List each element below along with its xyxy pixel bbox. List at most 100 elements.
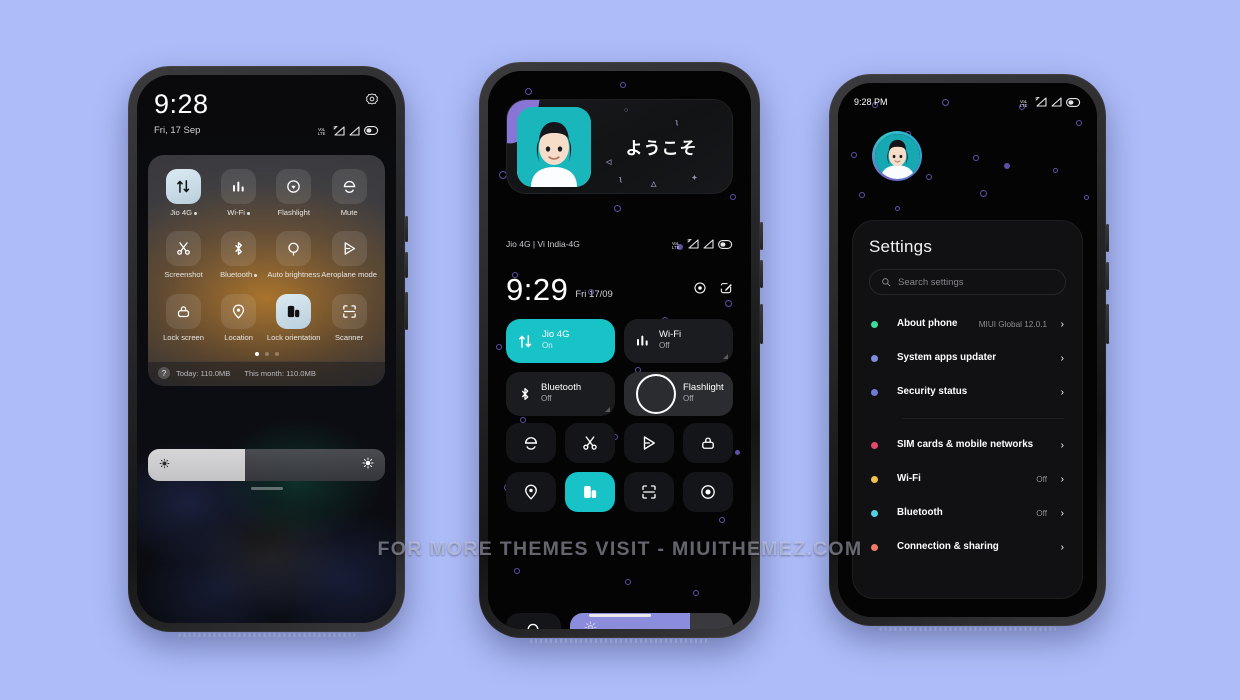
widget-greeting: ようこそ xyxy=(625,139,698,158)
rotation-lock-icon xyxy=(584,486,597,498)
qs-tile-wifi[interactable]: Wi-Fi xyxy=(211,165,266,223)
svg-text:LTE: LTE xyxy=(1020,103,1028,107)
shade-pull-handle[interactable] xyxy=(250,487,283,490)
settings-item-connection-sharing[interactable]: Connection & sharing › xyxy=(869,530,1066,564)
home-indicator[interactable] xyxy=(588,614,651,617)
expand-corner-icon[interactable] xyxy=(605,407,610,412)
settings-item-bluetooth[interactable]: Bluetooth Off › xyxy=(869,496,1066,530)
volume-up-button[interactable] xyxy=(1106,224,1109,252)
qs-tile-icon-box xyxy=(166,169,202,204)
phone3-status-bar: 9:28 PM VoL LTE xyxy=(854,97,1081,107)
toggle-label: Jio 4G xyxy=(542,329,570,341)
lock-icon xyxy=(177,305,190,317)
qs-tile-icon-box xyxy=(276,231,312,267)
volume-down-button[interactable] xyxy=(405,252,408,278)
welcome-widget[interactable]: △○ʅ ◁ʅ△ ✦✦ ようこそ xyxy=(506,99,733,194)
chevron-right-icon: › xyxy=(1060,386,1064,398)
press-ripple xyxy=(636,374,676,414)
small-toggle-location[interactable] xyxy=(506,472,556,512)
category-dot xyxy=(871,509,878,517)
settings-item-label: About phone xyxy=(897,317,958,329)
settings-gear-button[interactable] xyxy=(365,92,379,111)
scissors-icon xyxy=(177,242,190,256)
qs-tile-label: Lock orientation xyxy=(266,332,321,342)
toggle-bluetooth[interactable]: Bluetooth Off xyxy=(506,372,615,416)
status-icons: VoL LTE xyxy=(1020,97,1081,107)
small-toggle-lock[interactable] xyxy=(683,423,733,463)
page-dot-2[interactable] xyxy=(264,352,269,357)
qs-tile-location[interactable]: Location xyxy=(211,290,266,348)
qs-tile-aeroplane[interactable]: Aeroplane mode xyxy=(321,227,377,285)
volume-up-button[interactable] xyxy=(405,216,408,242)
small-toggle-aeroplane[interactable] xyxy=(624,423,674,463)
qs-tile-flashlight[interactable]: Flashlight xyxy=(266,165,321,223)
phone-notification-shade: 9:28 Fri, 17 Sep VoL LTE Jio 4G Wi-Fi Fl… xyxy=(128,66,408,637)
small-toggle-scanner[interactable] xyxy=(624,472,674,512)
qs-tile-lock-screen[interactable]: Lock screen xyxy=(156,290,211,348)
qs-tile-screenshot[interactable]: Screenshot xyxy=(156,227,211,285)
settings-item-wifi[interactable]: Wi-Fi Off › xyxy=(869,462,1066,496)
power-button-icon[interactable] xyxy=(693,281,707,300)
qs-tile-mute[interactable]: Mute xyxy=(321,165,377,223)
qs-tile-icon-box xyxy=(276,293,312,329)
qs-tile-jio4g[interactable]: Jio 4G xyxy=(156,165,211,223)
auto-brightness-icon xyxy=(527,623,539,629)
volume-down-button[interactable] xyxy=(1106,262,1109,290)
page-dot-1[interactable] xyxy=(254,352,259,357)
tile-status-dot xyxy=(254,273,258,277)
qs-tile-label: Location xyxy=(224,332,253,342)
small-toggle-auto-brightness[interactable] xyxy=(506,613,561,629)
volume-down-button[interactable] xyxy=(760,260,763,288)
settings-item-system-apps-updater[interactable]: System apps updater › xyxy=(869,341,1066,375)
chevron-right-icon: › xyxy=(1060,473,1064,485)
tile-status-dot xyxy=(194,211,198,215)
qs-tile-label: Bluetooth xyxy=(220,270,253,280)
small-toggle-dark-mode[interactable] xyxy=(683,472,733,512)
quick-settings-panel: Jio 4G Wi-Fi Flashlight Mute Screenshot … xyxy=(148,155,385,387)
status-icons: VoL LTE xyxy=(318,125,379,136)
auto-brightness-icon xyxy=(288,242,299,256)
data-arrows-icon xyxy=(177,180,190,193)
toggle-wifi[interactable]: Wi-Fi Off xyxy=(624,319,733,363)
toggle-label: Bluetooth xyxy=(541,382,582,394)
settings-item-sim-cards[interactable]: SIM cards & mobile networks › xyxy=(869,428,1066,462)
search-input[interactable]: Search settings xyxy=(869,269,1066,295)
brightness-slider[interactable] xyxy=(148,449,385,481)
phone1-screen: 9:28 Fri, 17 Sep VoL LTE Jio 4G Wi-Fi Fl… xyxy=(137,75,396,623)
toggle-jio4g[interactable]: Jio 4G On xyxy=(506,319,615,363)
search-placeholder: Search settings xyxy=(898,276,964,288)
expand-corner-icon[interactable] xyxy=(723,354,728,359)
volte-icon: VoLLTE xyxy=(672,241,680,249)
edit-icon[interactable] xyxy=(719,281,733,300)
avatar xyxy=(517,106,591,187)
search-icon xyxy=(882,278,891,287)
signal-icon xyxy=(703,239,714,249)
small-toggle-lock-orientation[interactable] xyxy=(565,472,615,512)
category-dot xyxy=(871,441,878,449)
bottom-speaker-grille xyxy=(878,627,1057,631)
small-toggle-screenshot[interactable] xyxy=(565,423,615,463)
qs-tile-label: Scanner xyxy=(334,332,364,342)
power-button[interactable] xyxy=(405,292,408,330)
qs-tile-auto-brightness[interactable]: Auto brightness xyxy=(266,227,321,285)
toggle-flashlight[interactable]: Flashlight Off xyxy=(624,372,733,416)
settings-item-security-status[interactable]: Security status › xyxy=(869,375,1066,409)
big-toggle-grid: Jio 4G On Wi-Fi Off Bluetooth Off Flashl… xyxy=(506,319,733,416)
small-toggle-mute[interactable] xyxy=(506,423,556,463)
page-dot-3[interactable] xyxy=(274,352,279,357)
volume-up-button[interactable] xyxy=(760,222,763,250)
lock-clock: 9:28 xyxy=(154,89,209,119)
data-arrows-icon xyxy=(517,333,534,350)
settings-item-about-phone[interactable]: About phone MIUI Global 12.0.1 › xyxy=(869,307,1066,341)
svg-text:LTE: LTE xyxy=(318,131,326,135)
qs-tile-lock-orientation[interactable]: Lock orientation xyxy=(266,290,321,348)
avatar[interactable] xyxy=(872,131,922,181)
qs-page-indicator[interactable] xyxy=(156,348,377,361)
qs-tile-bluetooth[interactable]: Bluetooth xyxy=(211,227,266,285)
data-usage-bar[interactable]: ? Today: 110.0MB This month: 110.0MB xyxy=(148,361,385,387)
qs-tile-scanner[interactable]: Scanner xyxy=(321,290,377,348)
power-button[interactable] xyxy=(760,304,763,344)
page-title: Settings xyxy=(869,237,933,256)
category-dot xyxy=(871,354,878,362)
power-button[interactable] xyxy=(1106,304,1109,344)
